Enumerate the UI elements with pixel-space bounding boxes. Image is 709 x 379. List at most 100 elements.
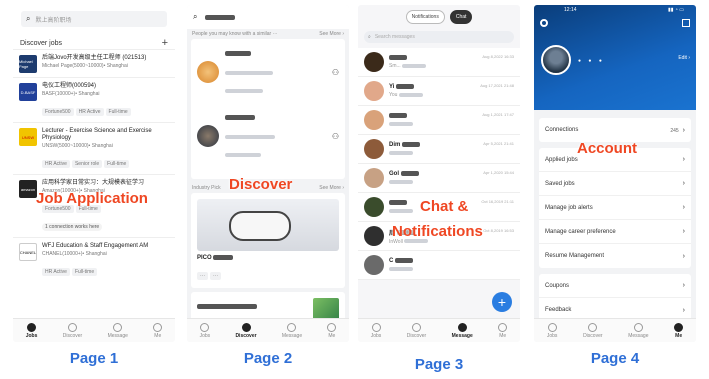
message-date: Apr 1,2020 15:44 [483,170,514,175]
job-list-item[interactable]: Michael Page 后端Jovo开发高级主任工程师 (021513) Mi… [13,49,175,77]
tab-me[interactable]: Me [498,322,508,339]
company-logo: amazon [19,180,37,198]
message-list: Sm... Aug 8,2022 16:33 Yi You Aug 17,202… [358,48,520,280]
menu-item[interactable]: Manage career preference › [539,220,691,244]
avatar [364,226,384,246]
company-line: CHANEL(10000+)• Shanghai [42,251,107,257]
people-card: ⚇ ⚇ [191,39,345,179]
see-more-link[interactable]: See More › [319,185,344,191]
notifications-tab[interactable]: Notifications [405,10,445,24]
tab-message[interactable]: Message [452,322,473,339]
connections-card: Connections 245 › [539,118,691,142]
message-date: Aug 1,2021 17:47 [482,112,514,117]
add-connection-icon[interactable]: ⚇ [332,132,339,141]
chat-thread[interactable]: Aug 1,2021 17:47 [358,106,520,135]
tab-message[interactable]: Message [282,322,302,339]
jobs-icon [371,322,381,332]
connection-badge: 1 connection works here [42,223,103,231]
contact-name: Dim [389,142,401,149]
phone-discover-screen: ⌕ People you may know with a similar ···… [187,5,349,342]
search-input[interactable]: ⌕ 默上高阶职场 [21,11,167,27]
message-date: Aug 8,2022 16:33 [482,54,514,59]
gear-icon[interactable] [540,19,548,27]
new-message-button[interactable]: + [492,292,512,312]
job-list-item[interactable]: CHANEL WFJ Education & Staff Engagement … [13,237,175,282]
person-icon [498,322,508,332]
job-tag: HR Active [42,160,70,168]
see-more-link[interactable]: See More › [319,31,344,37]
chat-thread[interactable]: Gol Apr 1,2020 15:44 [358,164,520,193]
chat-thread[interactable]: C [358,251,520,280]
blurred-profile-name: ● ● ● [578,58,605,64]
job-title: Lecturer - Exercise Science and Exercise… [42,128,152,141]
message-date: Oct 16,2019 21:11 [481,199,514,204]
tab-jobs[interactable]: Jobs [26,322,37,339]
tab-me[interactable]: Me [153,322,163,339]
tab-me[interactable]: Me [327,322,337,339]
jobs-menu: Applied jobs › Saved jobs › Manage job alert… [539,148,691,268]
job-title: 后端Jovo开发高级主任工程师 (021513) [42,55,147,61]
add-connection-icon[interactable]: ⚇ [332,68,339,77]
compass-icon [241,322,251,332]
tab-discover[interactable]: Discover [407,322,426,339]
tab-jobs[interactable]: Jobs [200,322,210,339]
blurred-search-text [205,14,236,20]
coupons-item[interactable]: Coupons › [539,274,691,298]
job-application-label: Job Application [36,190,148,207]
tab-message[interactable]: Message [628,322,648,339]
tab-bar: Jobs Discover Message Me [187,318,349,342]
avatar [364,81,384,101]
chat-thread[interactable]: Sm... Aug 8,2022 16:33 [358,48,520,77]
qr-code-icon[interactable] [682,19,690,27]
discover-search-bar[interactable]: ⌕ [187,5,349,29]
menu-item[interactable]: Resume Management › [539,244,691,268]
chevron-right-icon: › [682,282,685,289]
jobs-icon [200,322,210,332]
search-placeholder: 默上高阶职场 [35,17,72,24]
tab-message[interactable]: Message [108,322,128,339]
contact-name: Gol [389,171,399,178]
phone-message-screen: Notifications Chat ⌕ Search messages Sm.… [358,5,520,342]
avatar [364,52,384,72]
tab-discover[interactable]: Discover [235,322,257,339]
add-icon[interactable]: + [162,37,168,49]
avatar[interactable] [541,45,571,75]
edit-profile-link[interactable]: Edit › [678,55,690,61]
company-line: UNSW(5000~10000)• Shanghai [42,143,113,149]
person-suggestion[interactable]: ⚇ [197,109,339,163]
message-search-input[interactable]: ⌕ Search messages [364,31,514,43]
compass-icon [411,322,421,332]
avatar [197,125,219,147]
avatar [364,110,384,130]
avatar [197,61,219,83]
phone-jobs-screen: ⌕ 默上高阶职场 Discover jobs + Michael Page 后端… [13,5,175,342]
company-logo: D-BASF [19,83,37,101]
chevron-right-icon: › [682,204,685,211]
chat-thread[interactable]: Yi You Aug 17,2021 21:48 [358,77,520,106]
phone-me-screen: 12:14 ▮▮ ◔ ▭ ● ● ● Edit › Connections 24… [534,5,696,342]
chat-tab[interactable]: Chat [449,10,473,24]
tab-bar: Jobs Discover Message Me [534,318,696,342]
tab-discover[interactable]: Discover [583,322,603,339]
tab-jobs[interactable]: Jobs [547,322,557,339]
avatar [364,255,384,275]
job-tag: Full-time [105,108,131,116]
menu-item[interactable]: Manage job alerts › [539,196,691,220]
person-suggestion[interactable]: ⚇ [197,45,339,99]
job-list-item[interactable]: D-BASF 电仪工程师(000594) BASF(10000+)• Shang… [13,77,175,122]
tab-jobs[interactable]: Jobs [371,322,381,339]
caption-page-4: Page 4 [590,350,640,367]
menu-item[interactable]: Saved jobs › [539,172,691,196]
message-preview: Sm... [389,63,401,70]
job-tag: HR Active [75,108,104,116]
chevron-right-icon: › [682,252,685,260]
tab-discover[interactable]: Discover [63,322,82,339]
connections-item[interactable]: Connections 245 › [539,118,691,142]
job-tag: Fortune500 [42,108,74,116]
industry-post-card[interactable]: PICO ··· ··· [191,193,345,289]
chat-thread[interactable]: Dim Apr 5,2021 21:41 [358,135,520,164]
connections-count: 245 [670,127,679,134]
chevron-right-icon: › [682,180,685,187]
tab-me[interactable]: Me [674,322,684,339]
job-list-item[interactable]: UNSW Lecturer - Exercise Science and Exe… [13,122,175,174]
